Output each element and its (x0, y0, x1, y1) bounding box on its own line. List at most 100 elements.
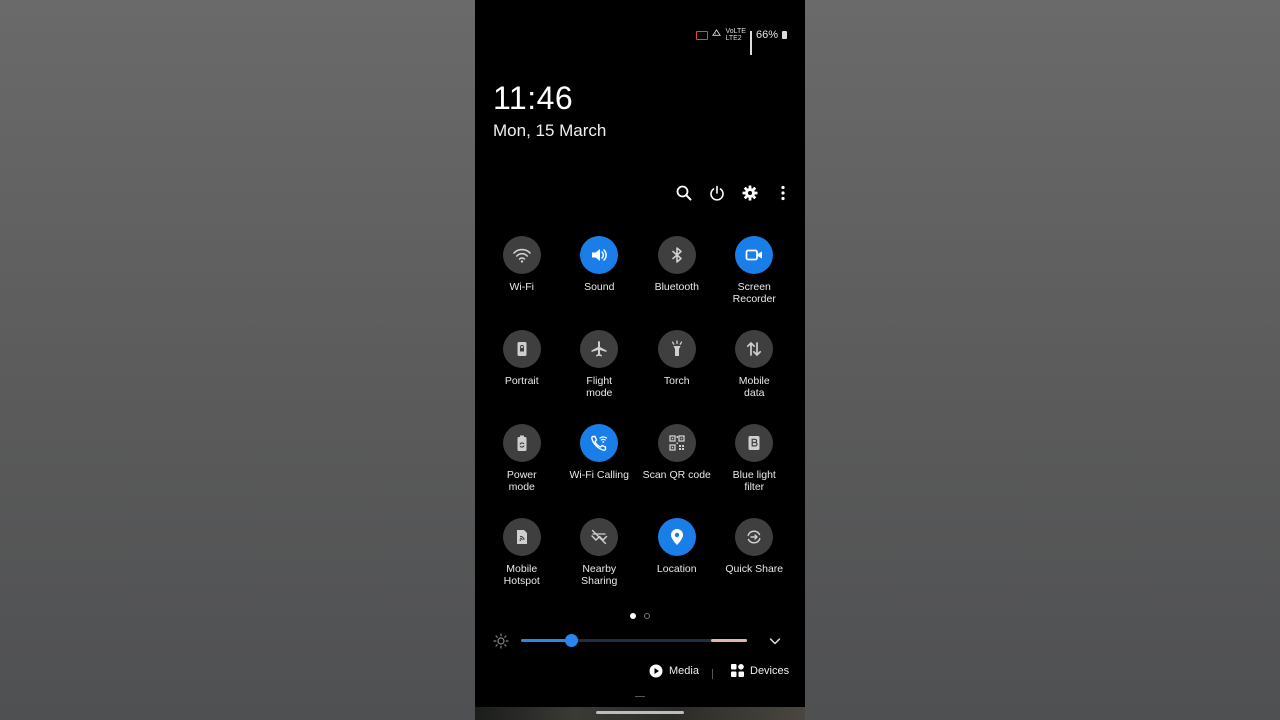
tile-torch[interactable]: Torch (638, 330, 716, 424)
media-button[interactable]: Media (649, 664, 699, 678)
more-options-button[interactable] (775, 183, 791, 203)
tile-label: Bluetooth (654, 281, 699, 293)
flashlight-icon (671, 340, 682, 356)
tile-label: Torch (663, 375, 690, 387)
tile-sound-toggle[interactable] (580, 236, 619, 274)
tile-blue-light-filter-toggle[interactable] (735, 424, 774, 462)
video-camera-icon (745, 249, 763, 261)
tile-label: Location (656, 563, 697, 575)
search-button[interactable] (676, 183, 692, 203)
home-gesture-bar[interactable] (596, 711, 684, 714)
media-devices-row: Media Devices (475, 664, 805, 684)
blue-light-icon (748, 436, 760, 450)
airplane-icon (591, 341, 607, 357)
tile-screen-recorder-toggle[interactable] (735, 236, 774, 274)
tile-blue-light-filter[interactable]: Blue light filter (716, 424, 794, 518)
panel-handle[interactable] (635, 696, 645, 697)
tile-label: Mobile Hotspot (503, 563, 540, 587)
sync-icon: ! (712, 29, 722, 41)
tile-location-toggle[interactable] (657, 518, 696, 556)
tile-flight-mode-toggle[interactable] (580, 330, 619, 368)
tile-quick-share-toggle[interactable] (735, 518, 774, 556)
top-actions (676, 183, 791, 203)
signal-icon (749, 30, 752, 55)
brightness-thumb[interactable] (564, 634, 578, 647)
brightness-fill (521, 639, 571, 642)
settings-button[interactable] (742, 183, 758, 203)
more-vertical-icon (781, 185, 785, 201)
tile-label: Sound (584, 281, 615, 293)
tile-label: Mobile data (738, 375, 770, 399)
tile-portrait[interactable]: Portrait (483, 330, 561, 424)
tile-mobile-hotspot-toggle[interactable] (502, 518, 541, 556)
tile-wifi[interactable]: Wi-Fi (483, 236, 561, 330)
tile-flight-mode[interactable]: Flight mode (561, 330, 639, 424)
brightness-control (491, 630, 789, 652)
tile-power-mode[interactable]: Power mode (483, 424, 561, 518)
cast-icon (696, 30, 709, 40)
wifi-icon (512, 248, 531, 263)
volte-label: VoLTE (725, 28, 746, 35)
quick-panel: ! VoLTE LTE2 66% 11:46 Mon, 15 March Wi-… (475, 0, 805, 720)
page-dot-active[interactable] (630, 613, 636, 619)
tile-nearby-sharing[interactable]: Nearby Sharing (561, 518, 639, 612)
tile-screen-recorder[interactable]: Screen Recorder (716, 236, 794, 330)
devices-label: Devices (750, 664, 790, 677)
tile-mobile-data-toggle[interactable] (735, 330, 774, 368)
tile-mobile-hotspot[interactable]: Mobile Hotspot (483, 518, 561, 612)
devices-grid-icon (731, 664, 744, 677)
power-icon (710, 185, 724, 201)
data-arrows-icon (747, 342, 762, 356)
status-bar: ! VoLTE LTE2 66% (696, 27, 787, 55)
tile-label: Wi-Fi Calling (569, 469, 629, 481)
hotspot-icon (516, 530, 527, 544)
tile-label: Screen Recorder (732, 281, 776, 305)
page-indicator (475, 613, 805, 619)
tile-location[interactable]: Location (638, 518, 716, 612)
play-circle-icon (649, 664, 663, 678)
speaker-icon (592, 249, 608, 261)
tile-label: Power mode (506, 469, 537, 493)
clock-time: 11:46 (493, 80, 574, 116)
tile-label: Blue light filter (732, 469, 776, 493)
brightness-slider[interactable] (521, 634, 747, 647)
battery-icon (782, 31, 787, 39)
tile-nearby-sharing-toggle[interactable] (580, 518, 619, 556)
quick-share-icon (747, 530, 761, 544)
clock-date: Mon, 15 March (493, 121, 607, 140)
battery-percent: 66% (755, 29, 778, 41)
rotation-lock-icon (517, 342, 527, 356)
location-pin-icon (670, 529, 683, 545)
tile-bluetooth[interactable]: Bluetooth (638, 236, 716, 330)
tile-wifi-toggle[interactable] (502, 236, 541, 274)
power-button[interactable] (709, 183, 725, 203)
search-icon (676, 185, 692, 201)
tile-sound[interactable]: Sound (561, 236, 639, 330)
devices-button[interactable]: Devices (731, 664, 789, 677)
tile-label: Wi-Fi (509, 281, 535, 293)
tile-scan-qr-toggle[interactable] (657, 424, 696, 462)
tile-wifi-calling[interactable]: Wi-Fi Calling (561, 424, 639, 518)
divider (712, 669, 713, 679)
tile-wifi-calling-toggle[interactable] (580, 424, 619, 462)
battery-recycle-icon (517, 435, 527, 451)
tile-label: Scan QR code (642, 469, 711, 481)
wifi-call-icon (591, 435, 608, 451)
quick-settings-grid: Wi-Fi Sound Bluetooth Screen Recorder Po (483, 236, 797, 612)
page-dot[interactable] (644, 613, 650, 619)
bluetooth-icon (671, 247, 682, 263)
tile-mobile-data[interactable]: Mobile data (716, 330, 794, 424)
tile-quick-share[interactable]: Quick Share (716, 518, 794, 612)
volte-indicator: VoLTE LTE2 (725, 28, 746, 42)
tile-label: Flight mode (586, 375, 613, 399)
tile-power-mode-toggle[interactable] (502, 424, 541, 462)
chevron-down-icon[interactable] (767, 633, 783, 649)
tile-label: Nearby Sharing (581, 563, 618, 587)
tile-label: Portrait (504, 375, 539, 387)
tile-scan-qr[interactable]: Scan QR code (638, 424, 716, 518)
qr-code-icon (669, 435, 685, 451)
tile-torch-toggle[interactable] (657, 330, 696, 368)
svg-text:!: ! (715, 32, 716, 36)
tile-portrait-toggle[interactable] (502, 330, 541, 368)
tile-bluetooth-toggle[interactable] (657, 236, 696, 274)
